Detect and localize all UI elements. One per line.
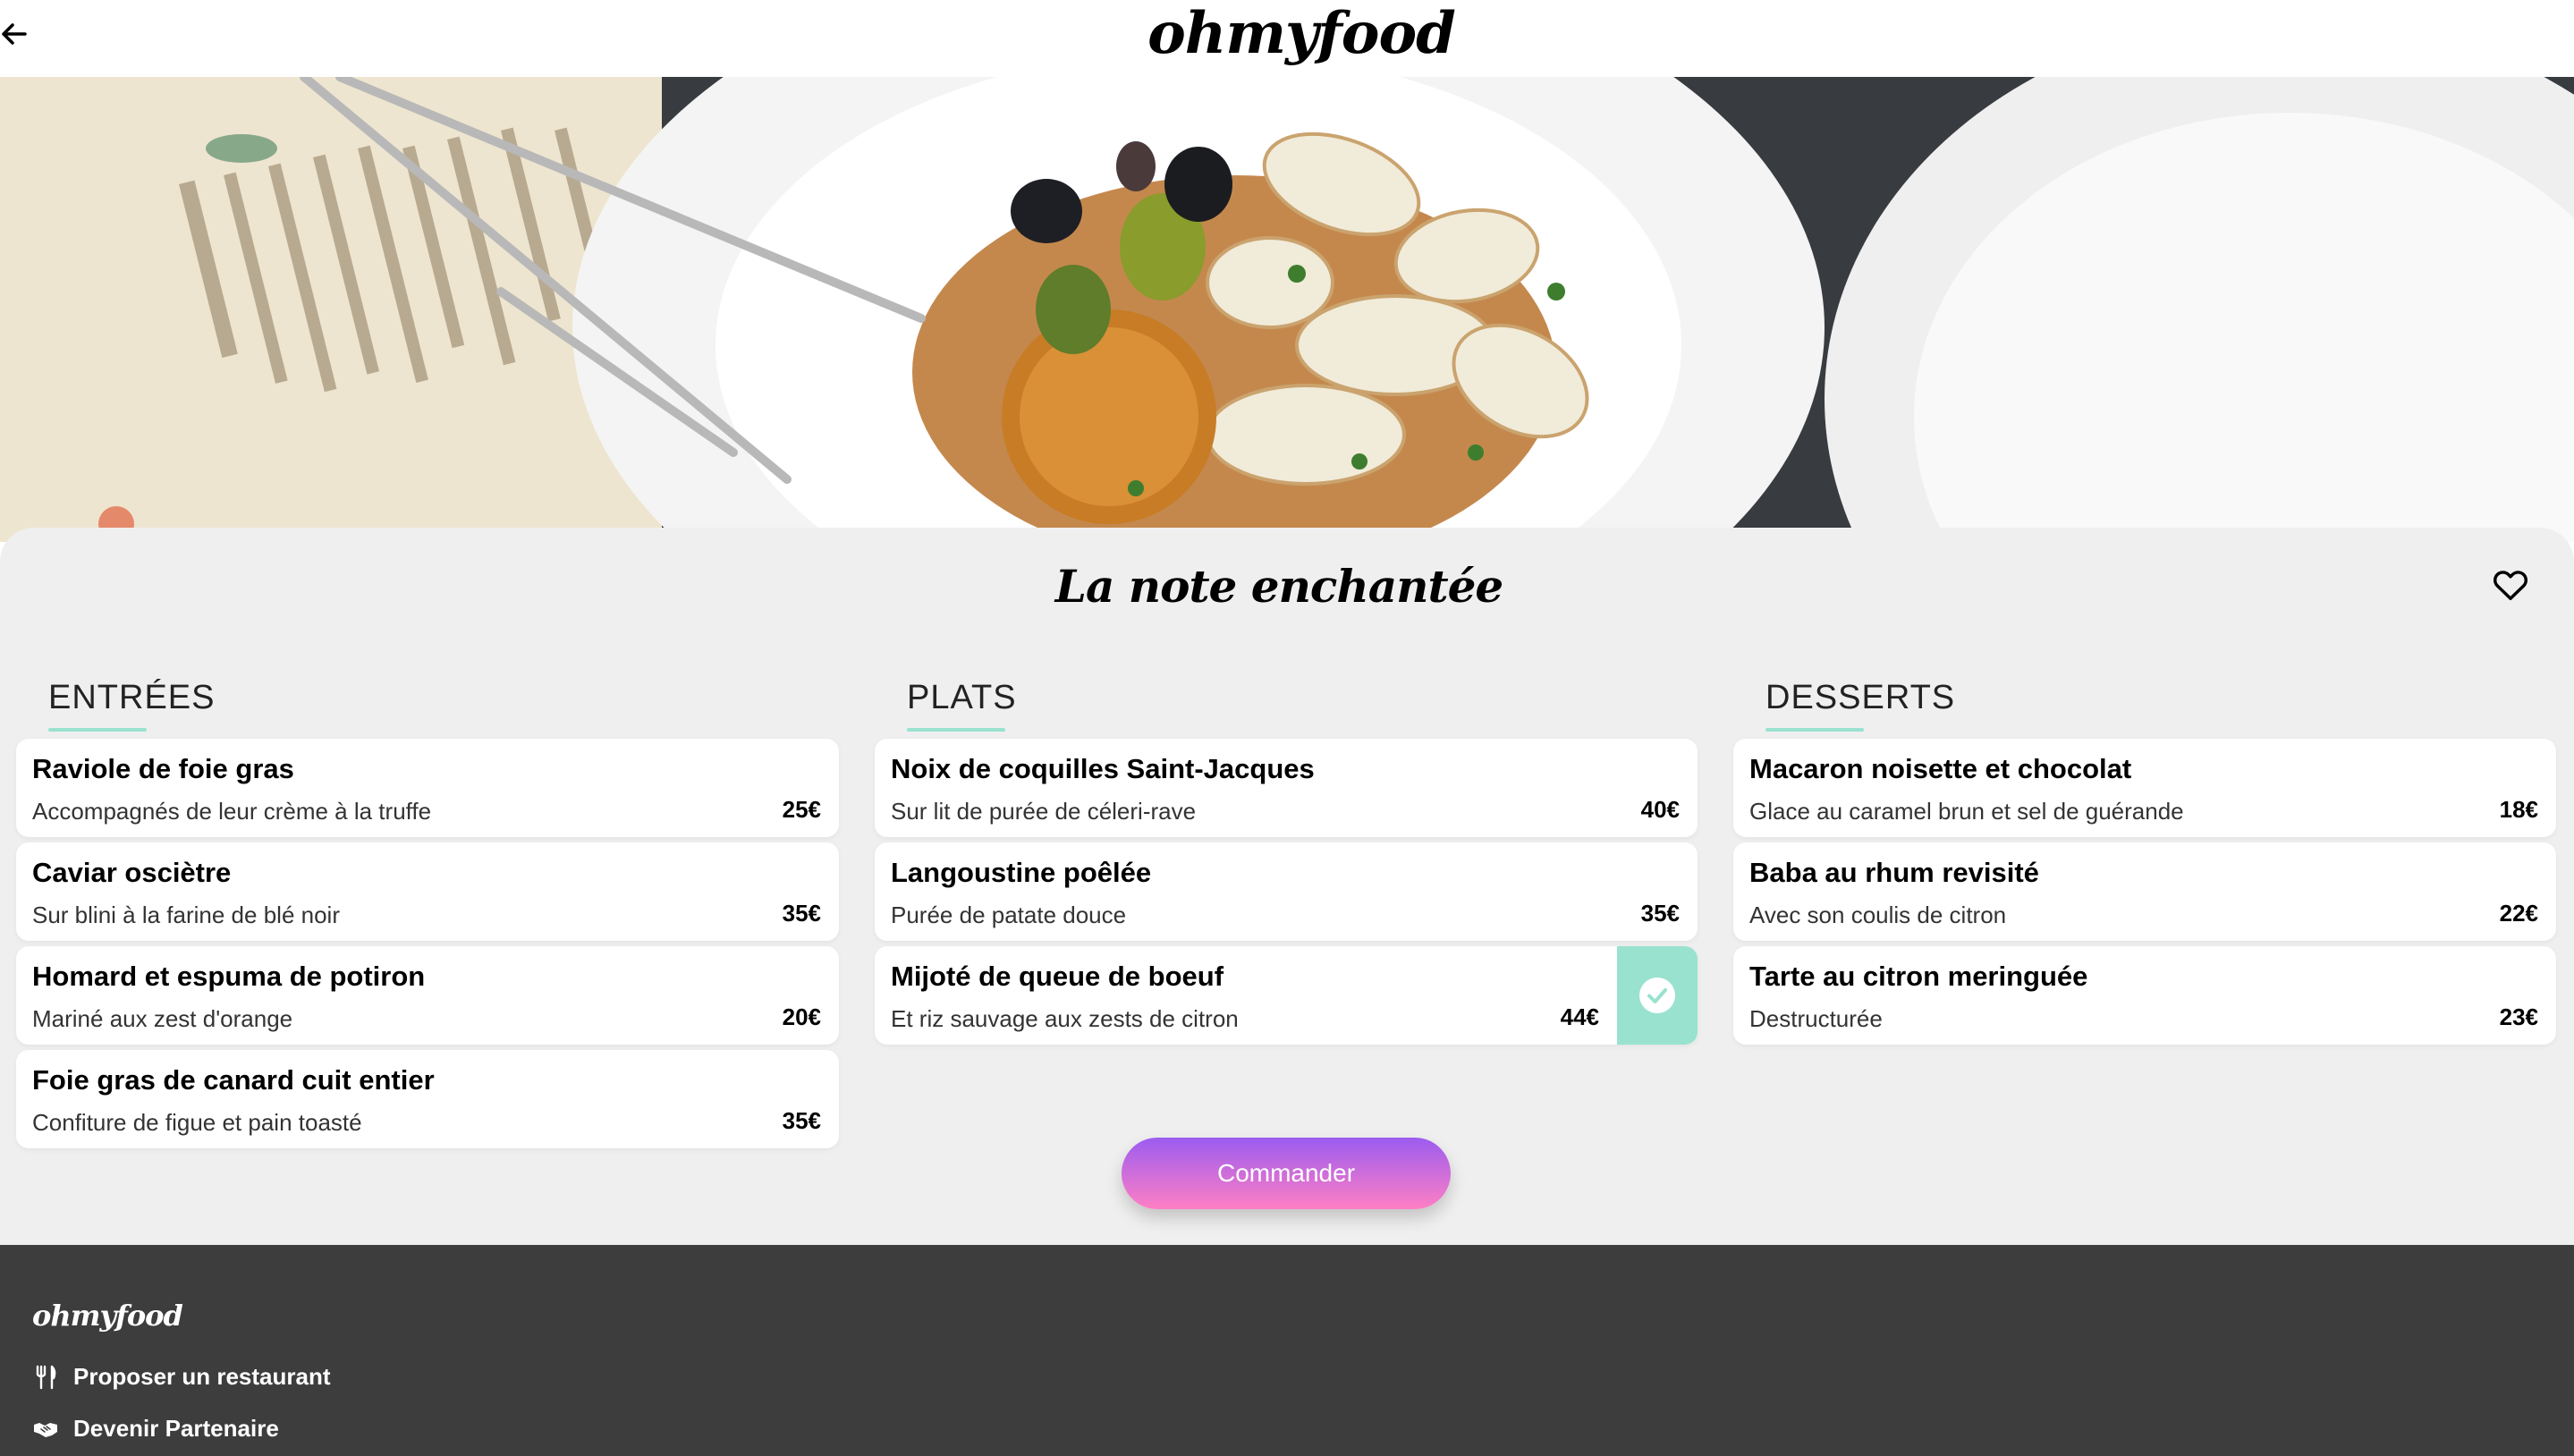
dish-name: Homard et espuma de potiron: [32, 961, 426, 992]
footer-logo[interactable]: ohmyfood: [32, 1299, 183, 1333]
handshake-icon: [34, 1422, 57, 1437]
dish-name: Tarte au citron meringuée: [1749, 961, 2088, 992]
dish-description: Accompagnés de leur crème à la truffe: [32, 798, 432, 825]
check-circle-icon: [1639, 978, 1675, 1013]
dish-price: 20€: [782, 1003, 821, 1030]
menu-item[interactable]: Baba au rhum revisité Avec son coulis de…: [1733, 842, 2556, 941]
heart-icon: [2494, 571, 2527, 601]
dish-price: 22€: [2499, 900, 2538, 927]
propose-restaurant-link[interactable]: Proposer un restaurant: [32, 1363, 331, 1391]
dish-description: Purée de patate douce: [891, 902, 1127, 928]
dish-name: Foie gras de canard cuit entier: [32, 1064, 435, 1096]
footer: ohmyfood Proposer un restaurant Devenir …: [0, 1245, 2574, 1456]
dish-description: Destructurée: [1749, 1005, 1883, 1032]
menu-section-desserts: DESSERTS Macaron noisette et chocolat Gl…: [1733, 671, 2556, 1050]
utensils-icon: [36, 1365, 56, 1389]
dish-description: Sur lit de purée de céleri-rave: [891, 798, 1197, 825]
restaurant-menu-panel: La note enchantée ENTRÉES Raviole de foi…: [0, 528, 2574, 1245]
menu-section-entrees: ENTRÉES Raviole de foie gras Accompagnés…: [16, 671, 839, 1154]
dish-name: Mijoté de queue de boeuf: [891, 961, 1224, 992]
dish-price: 35€: [782, 1107, 821, 1134]
footer-link-label: Proposer un restaurant: [73, 1363, 331, 1390]
dish-description: Et riz sauvage aux zests de citron: [891, 1005, 1239, 1032]
dish-name: Caviar osciètre: [32, 857, 232, 888]
menu-item[interactable]: Macaron noisette et chocolat Glace au ca…: [1733, 739, 2556, 837]
menu-item[interactable]: Homard et espuma de potiron Mariné aux z…: [16, 946, 839, 1045]
order-button[interactable]: Commander: [1122, 1138, 1451, 1209]
restaurant-title: La note enchantée: [1054, 560, 1503, 613]
menu-section-plats: PLATS Noix de coquilles Saint-Jacques Su…: [875, 671, 1698, 1050]
header: ohmyfood: [0, 0, 2574, 77]
site-logo[interactable]: ohmyfood: [1145, 0, 1458, 72]
favorite-button[interactable]: [2490, 563, 2531, 605]
dish-price: 23€: [2499, 1003, 2538, 1030]
dish-price: 40€: [1640, 796, 1680, 823]
menu-item[interactable]: Tarte au citron meringuée Destructurée 2…: [1733, 946, 2556, 1045]
dish-price: 18€: [2499, 796, 2538, 823]
dish-description: Sur blini à la farine de blé noir: [32, 902, 340, 928]
dish-price: 25€: [782, 796, 821, 823]
menu-item[interactable]: Caviar osciètre Sur blini à la farine de…: [16, 842, 839, 941]
dish-description: Glace au caramel brun et sel de guérande: [1749, 798, 2184, 825]
footer-link-label: Devenir Partenaire: [73, 1415, 279, 1442]
dish-name: Langoustine poêlée: [891, 857, 1152, 888]
dish-name: Noix de coquilles Saint-Jacques: [891, 753, 1315, 784]
menu-item[interactable]: Noix de coquilles Saint-Jacques Sur lit …: [875, 739, 1698, 837]
menu-item-selected[interactable]: Mijoté de queue de boeuf Et riz sauvage …: [875, 946, 1698, 1045]
section-title: ENTRÉES: [48, 671, 839, 739]
section-title: DESSERTS: [1765, 671, 2556, 739]
back-button[interactable]: [0, 16, 29, 52]
section-title: PLATS: [907, 671, 1698, 739]
dish-description: Mariné aux zest d'orange: [32, 1005, 293, 1032]
menu-item[interactable]: Raviole de foie gras Accompagnés de leur…: [16, 739, 839, 837]
dish-description: Avec son coulis de citron: [1749, 902, 2007, 928]
hero-image: [0, 77, 2574, 542]
dish-name: Baba au rhum revisité: [1749, 857, 2039, 888]
menu-item[interactable]: Langoustine poêlée Purée de patate douce…: [875, 842, 1698, 941]
menu-item[interactable]: Foie gras de canard cuit entier Confitur…: [16, 1050, 839, 1148]
dish-price: 35€: [1640, 900, 1680, 927]
arrow-left-icon: [2, 23, 27, 45]
dish-price: 35€: [782, 900, 821, 927]
dish-name: Macaron noisette et chocolat: [1749, 753, 2132, 784]
dish-name: Raviole de foie gras: [32, 753, 294, 784]
dish-description: Confiture de figue et pain toasté: [32, 1109, 362, 1136]
selected-indicator[interactable]: [1617, 946, 1698, 1045]
dish-price: 44€: [1560, 1003, 1599, 1030]
become-partner-link[interactable]: Devenir Partenaire: [32, 1415, 279, 1443]
